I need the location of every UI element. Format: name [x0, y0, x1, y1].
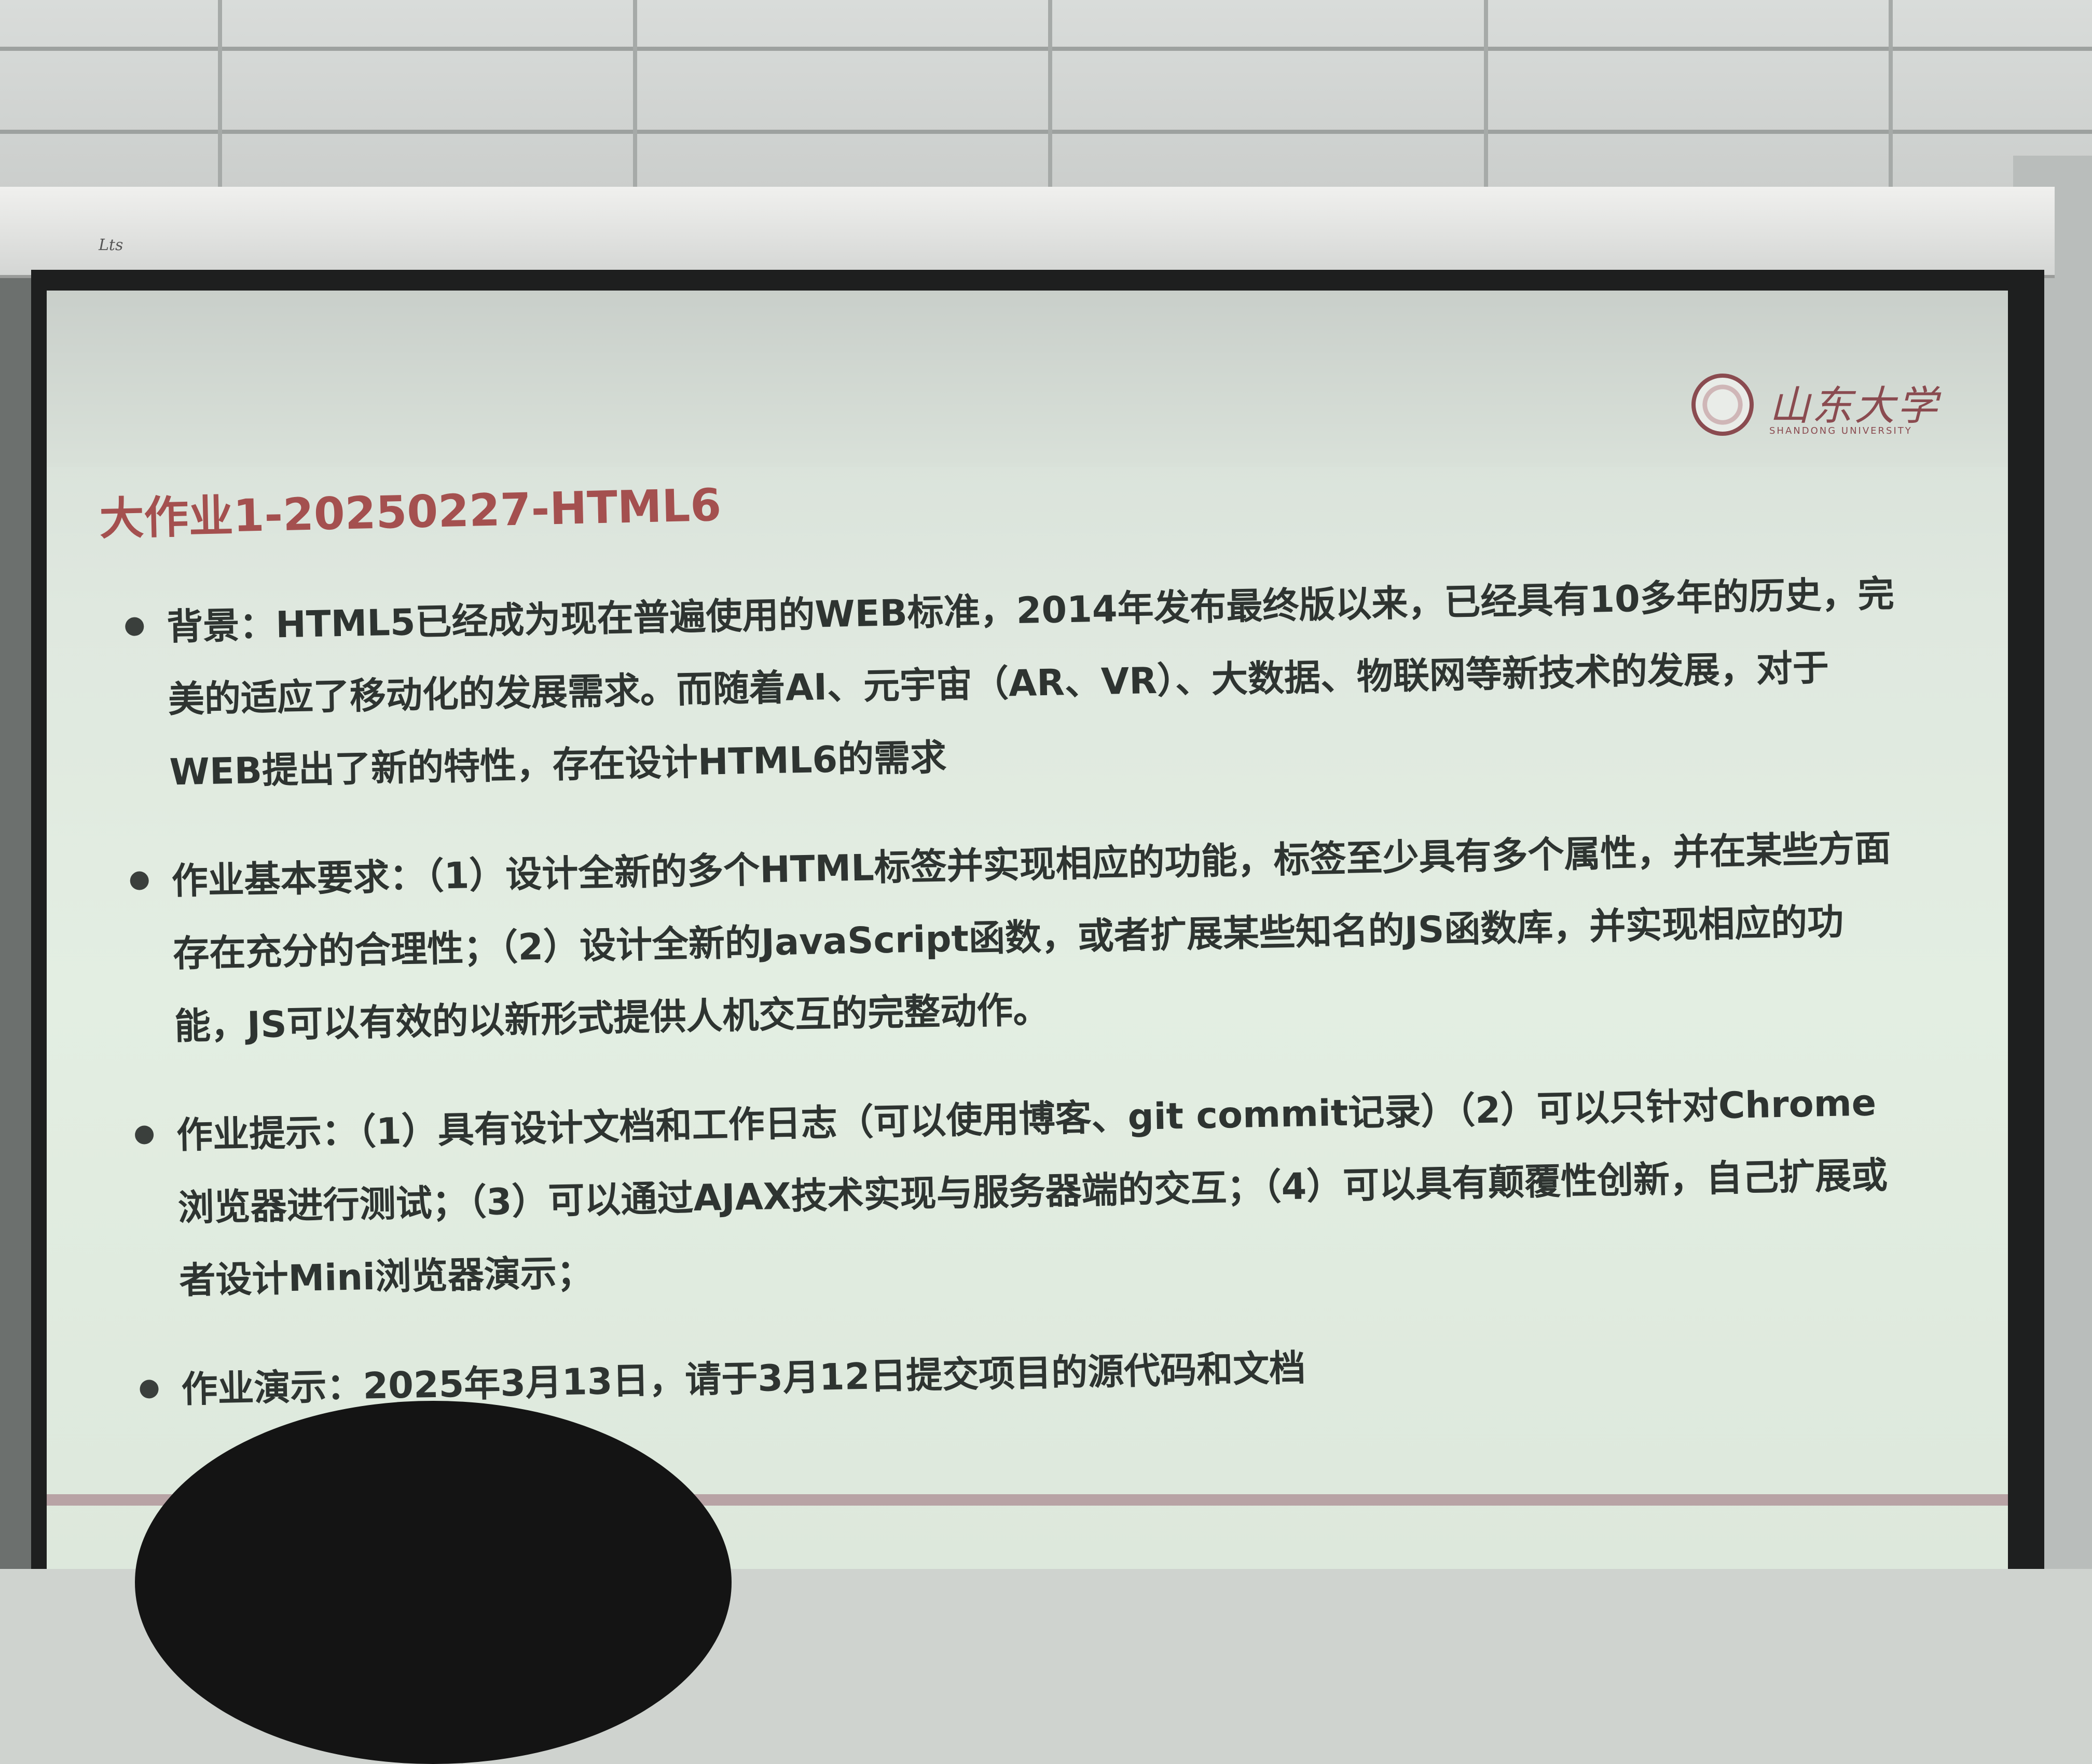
bullet-basic-requirements: 作业基本要求：（1）设计全新的多个HTML标签并实现相应的功能，标签至少具有多个…: [129, 811, 1907, 1064]
projected-slide: 山东大学 SHANDONG UNIVERSITY 大作业1-20250227-H…: [47, 291, 2008, 1569]
bullet-list: 背景：HTML5已经成为现在普遍使用的WEB标准，2014年发布最终版以来，已经…: [125, 557, 1916, 1463]
ceiling-grid-line: [218, 0, 222, 218]
slide-title: 大作业1-20250227-HTML6: [99, 479, 722, 545]
ceiling-grid-line: [0, 47, 2092, 51]
ceiling-grid-line: [633, 0, 637, 218]
bullet-background: 背景：HTML5已经成为现在普遍使用的WEB标准，2014年发布最终版以来，已经…: [125, 557, 1903, 809]
ceiling: [0, 0, 2092, 218]
logo-subtext: SHANDONG UNIVERSITY: [1769, 425, 1912, 436]
bullet-text: 作业基本要求：（1）设计全新的多个HTML标签并实现相应的功能，标签至少具有多个…: [171, 826, 1892, 1048]
bullet-text: 作业提示：（1）具有设计文档和工作日志（可以使用博客、git commit记录）…: [176, 1081, 1888, 1302]
logo-text: 山东大学: [1769, 383, 1940, 430]
bullet-dot-icon: [140, 1380, 159, 1399]
bullet-dot-icon: [125, 617, 144, 636]
audience-head-silhouette: [135, 1401, 732, 1764]
ceiling-grid-line: [0, 130, 2092, 134]
university-logo: 山东大学 SHANDONG UNIVERSITY: [1691, 353, 1982, 446]
projector-screen-housing: Lts: [0, 187, 2055, 278]
bullet-text: 作业演示：2025年3月13日，请于3月12日提交项目的源代码和文档: [181, 1346, 1306, 1411]
screen-brand-label: Lts: [99, 236, 123, 254]
university-seal-icon: [1691, 374, 1754, 436]
ceiling-grid-line: [1048, 0, 1052, 218]
bullet-dot-icon: [134, 1125, 154, 1145]
bullet-dot-icon: [130, 871, 149, 890]
bullet-text: 背景：HTML5已经成为现在普遍使用的WEB标准，2014年发布最终版以来，已经…: [166, 572, 1895, 794]
ceiling-grid-line: [1484, 0, 1488, 218]
ceiling-grid-line: [1889, 0, 1893, 218]
bullet-hints: 作业提示：（1）具有设计文档和工作日志（可以使用博客、git commit记录）…: [134, 1066, 1912, 1318]
